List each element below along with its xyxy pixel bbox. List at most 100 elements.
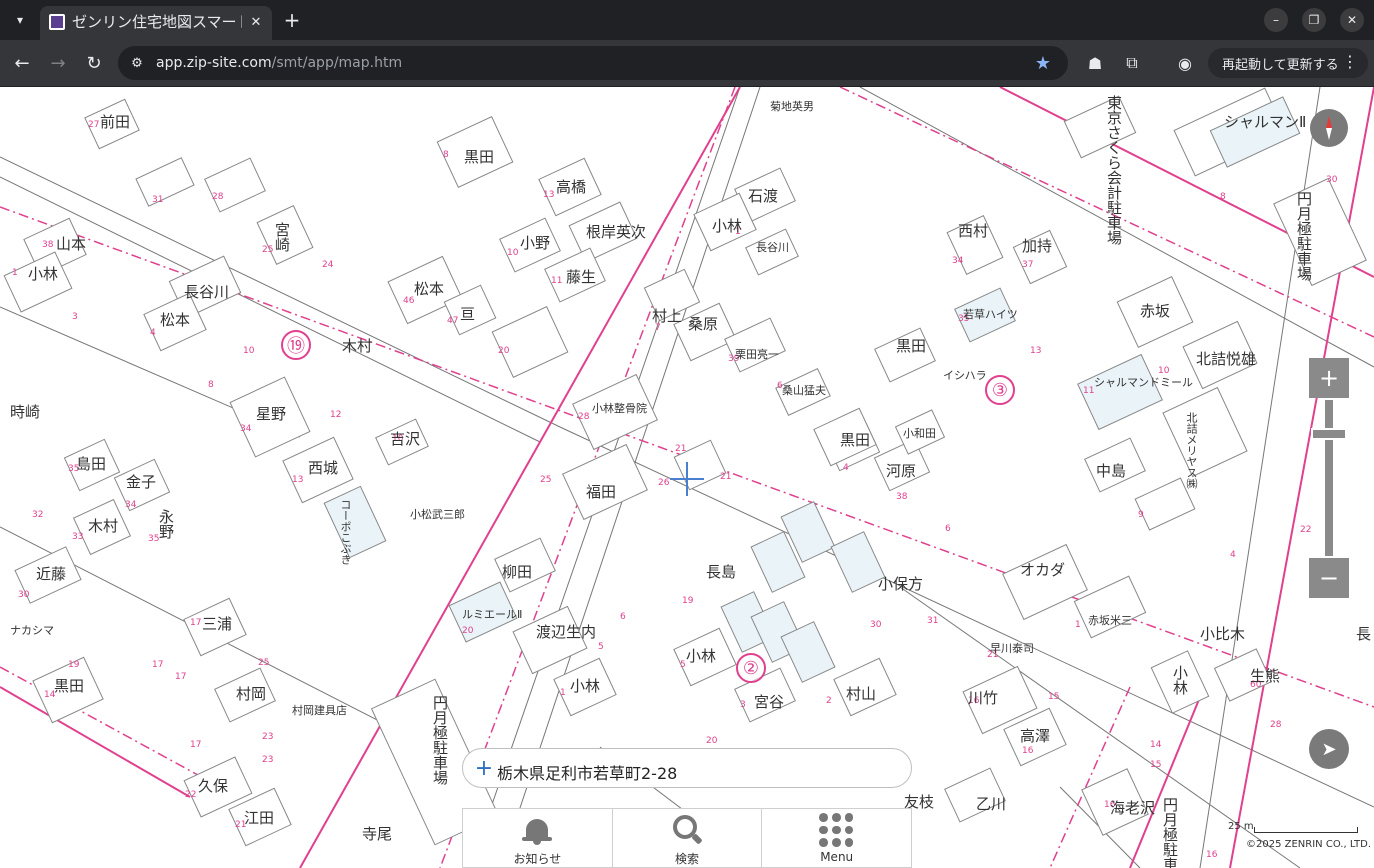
map-label: 北詰悦雄	[1196, 350, 1257, 368]
copyright-text: ©2025 ZENRIN CO., LTD.	[1246, 839, 1371, 850]
map-label: ルミエールⅡ	[462, 608, 523, 621]
svg-text:13: 13	[292, 475, 303, 485]
svg-text:21: 21	[675, 444, 686, 454]
svg-text:30: 30	[870, 620, 882, 630]
map-label: 西村	[958, 222, 989, 240]
map-label: 村岡	[236, 685, 267, 703]
menu-main-label: Menu	[820, 850, 854, 864]
back-icon[interactable]: ←	[9, 50, 35, 76]
svg-text:17: 17	[152, 660, 163, 670]
map-label: 松本	[414, 280, 445, 298]
plus-icon: +	[474, 755, 494, 781]
svg-text:13: 13	[543, 190, 554, 200]
svg-text:11: 11	[1083, 386, 1094, 396]
svg-text:4: 4	[150, 328, 156, 338]
zoom-in-button[interactable]: +	[1309, 358, 1349, 398]
svg-text:25: 25	[262, 245, 273, 255]
map-label: 永野	[157, 509, 175, 539]
zoom-slider-handle[interactable]	[1311, 428, 1347, 440]
svg-text:22: 22	[1300, 525, 1311, 535]
active-tab[interactable]: ゼンリン住宅地図スマートサービス ✕	[40, 6, 272, 40]
menu-notifications-label: お知らせ	[513, 852, 562, 866]
map-label: 小比木	[1200, 625, 1246, 643]
map-label: 小和田	[903, 427, 936, 440]
map-label: 木村	[88, 517, 119, 535]
kebab-menu-icon[interactable]: ⋮	[1342, 52, 1358, 71]
map-label: 黒田	[840, 431, 871, 449]
svg-text:46: 46	[403, 296, 415, 306]
map-label: 河原	[886, 462, 917, 480]
svg-text:30: 30	[18, 590, 30, 600]
bottom-menu-bar: お知らせ 検索 Menu	[462, 808, 912, 868]
map-label: 小野	[520, 234, 551, 252]
svg-text:13: 13	[1030, 346, 1041, 356]
map-label: 円月極駐車場	[1295, 191, 1313, 281]
minimize-icon[interactable]: –	[1264, 8, 1288, 32]
svg-text:23: 23	[262, 732, 273, 742]
search-icon	[672, 815, 703, 845]
forward-icon[interactable]: →	[45, 50, 71, 76]
close-window-icon[interactable]: ✕	[1340, 8, 1364, 32]
zoom-out-button[interactable]: −	[1309, 558, 1349, 598]
map-view[interactable]: 27 8 13 10 11 46 47 20 28 21 21 26 25 1 7 39 6 4 38 3…	[0, 87, 1374, 868]
svg-text:6: 6	[945, 524, 951, 534]
map-label: 高澤	[1020, 727, 1051, 745]
svg-text:20: 20	[706, 736, 718, 746]
map-label: 山本	[56, 235, 87, 253]
zoom-slider-track[interactable]	[1325, 400, 1333, 556]
svg-text:8: 8	[208, 380, 214, 390]
map-label: 寺尾	[362, 825, 393, 843]
map-label: 中島	[1096, 462, 1127, 480]
map-label: コーポこぶき	[339, 499, 352, 565]
map-label: 亘	[460, 305, 476, 323]
compass-icon[interactable]	[1310, 109, 1348, 147]
map-label: 栗田亮一	[735, 348, 779, 361]
relaunch-update-button[interactable]: 再起動して更新する ⋮	[1208, 48, 1368, 78]
profile-icon[interactable]: ◉	[1174, 52, 1196, 74]
map-label: 吉沢	[390, 430, 421, 448]
svg-text:38: 38	[42, 240, 54, 250]
map-label: 加持	[1022, 237, 1053, 255]
district-marker-3: ③	[985, 375, 1015, 405]
close-tab-icon[interactable]: ✕	[246, 12, 266, 32]
menu-notifications-button[interactable]: お知らせ	[463, 809, 613, 867]
extension-agent-icon[interactable]: ☗	[1084, 52, 1106, 74]
menu-main-button[interactable]: Menu	[762, 809, 911, 867]
map-label: シャルマンドミール	[1094, 376, 1193, 389]
map-label: 石渡	[748, 187, 779, 205]
new-tab-button[interactable]: +	[280, 8, 304, 32]
map-label: 時崎	[10, 403, 41, 421]
map-label: 小松武三郎	[410, 508, 465, 521]
svg-text:1: 1	[560, 688, 566, 698]
bookmark-star-icon[interactable]: ★	[1032, 52, 1054, 74]
svg-text:19: 19	[682, 596, 694, 606]
map-label: 円月極駐車場	[431, 695, 449, 785]
menu-search-button[interactable]: 検索	[613, 809, 763, 867]
map-label: 渡辺生内	[536, 623, 597, 641]
map-scale: 25 m	[1228, 821, 1360, 833]
reload-icon[interactable]: ↻	[81, 50, 107, 76]
svg-text:16: 16	[1022, 746, 1034, 756]
svg-text:28: 28	[578, 412, 590, 422]
svg-text:26: 26	[658, 478, 670, 488]
svg-text:30: 30	[1326, 175, 1338, 185]
restore-icon[interactable]: ❐	[1302, 8, 1326, 32]
current-location-icon[interactable]: ➤	[1309, 729, 1349, 769]
map-label: 木村	[342, 337, 373, 355]
map-label: 久保	[198, 777, 229, 795]
extensions-puzzle-icon[interactable]: ⧉	[1121, 52, 1143, 74]
map-label: 西城	[308, 459, 339, 477]
map-label: 三浦	[202, 615, 233, 633]
address-display[interactable]: + 栃木県足利市若草町2-28	[462, 748, 912, 788]
tab-title: ゼンリン住宅地図スマートサービス	[72, 13, 242, 31]
svg-text:20: 20	[498, 346, 510, 356]
svg-text:23: 23	[262, 755, 273, 765]
svg-text:9: 9	[1138, 510, 1144, 520]
map-label: 黒田	[464, 148, 495, 166]
url-text[interactable]: app.zip-site.com/smt/app/map.htm	[156, 54, 402, 72]
address-bar[interactable]: ⚙ app.zip-site.com/smt/app/map.htm ★	[118, 46, 1068, 80]
bell-icon	[522, 817, 552, 845]
scale-bar	[1254, 827, 1358, 833]
site-info-icon[interactable]: ⚙	[128, 54, 146, 72]
tab-search-button[interactable]: ▾	[8, 8, 32, 32]
